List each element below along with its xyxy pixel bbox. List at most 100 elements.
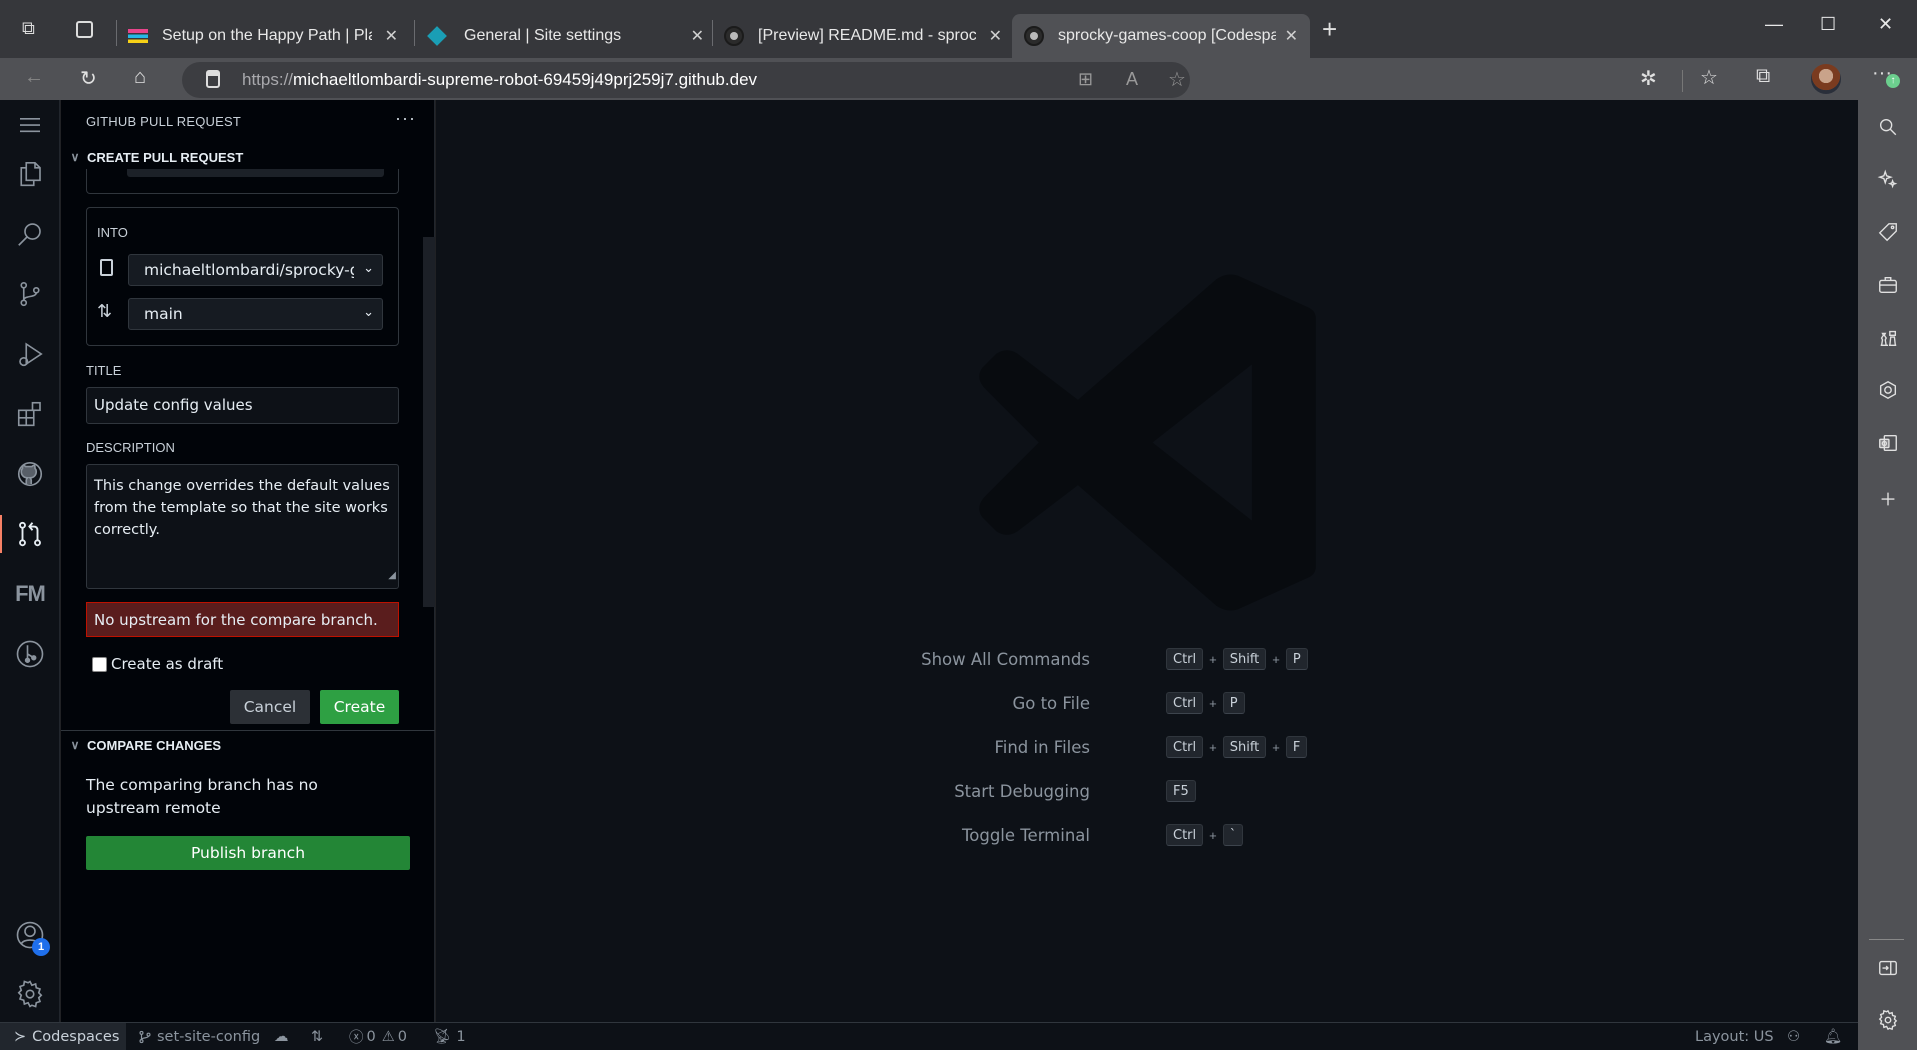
extensions-icon[interactable]: ✲	[1640, 66, 1657, 91]
close-tab-icon[interactable]: ✕	[1285, 26, 1298, 46]
feedback-button[interactable]: ⚇	[1787, 1023, 1800, 1050]
new-tab-icon[interactable]: +	[1322, 14, 1337, 45]
hamburger-menu-icon	[15, 110, 45, 140]
activity-extensions[interactable]	[0, 389, 60, 439]
run-debug-icon	[15, 339, 45, 369]
activity-run-debug[interactable]	[0, 329, 60, 379]
browser-tab-platen[interactable]: Setup on the Happy Path | Platen ✕	[128, 14, 410, 58]
remote-icon: ≻	[14, 1029, 26, 1045]
branch-indicator[interactable]: set-site-config	[138, 1023, 260, 1050]
lock-icon[interactable]	[206, 70, 220, 88]
collections-icon[interactable]: ⧉	[1756, 65, 1770, 88]
browser-tab-codespace[interactable]: sprocky-games-coop [Codespace ✕	[1012, 14, 1310, 58]
notifications-button[interactable]: 🔔︎	[1824, 1023, 1842, 1050]
create-as-draft-checkbox[interactable]	[92, 657, 107, 672]
add-favorite-icon[interactable]: ☆	[1168, 67, 1186, 92]
edge-settings-button[interactable]	[1858, 1000, 1917, 1040]
browser-tab-site-settings[interactable]: General | Site settings ✕	[426, 14, 716, 58]
activity-pull-requests[interactable]	[0, 509, 60, 559]
activity-github[interactable]	[0, 449, 60, 499]
refresh-icon[interactable]: ↻	[80, 66, 97, 91]
cloud-upload-icon: ☁	[274, 1029, 289, 1045]
workspaces-icon[interactable]: ⧉	[22, 18, 35, 39]
tag-icon	[1877, 221, 1899, 243]
menu-button[interactable]	[0, 100, 60, 150]
vertical-tabs-icon[interactable]	[76, 21, 93, 38]
error-message: No upstream for the compare branch.	[86, 602, 399, 637]
chevron-down-icon: ⌄	[363, 261, 374, 276]
problems-indicator[interactable]: ⓧ 0 ⚠ 0	[349, 1023, 407, 1050]
toolbox-icon	[1877, 274, 1899, 296]
shortcut-row: Go to FileCtrl+P	[436, 692, 1858, 716]
shortcut-keys: Ctrl+Shift+F	[1166, 736, 1307, 758]
base-branch-select[interactable]: main ⌄	[128, 298, 383, 330]
publish-to-cloud-button[interactable]: ☁	[274, 1023, 289, 1050]
browser-tab-readme-preview[interactable]: [Preview] README.md - sprocky- ✕	[724, 14, 1014, 58]
edge-outlook-button[interactable]	[1858, 423, 1917, 463]
close-tab-icon[interactable]: ✕	[691, 26, 704, 46]
accounts-badge: 1	[32, 938, 50, 956]
merge-from-select[interactable]	[127, 169, 384, 177]
activity-explorer[interactable]	[0, 149, 60, 199]
sidebar-title: GITHUB PULL REQUEST	[86, 114, 241, 129]
activity-front-matter[interactable]: FM	[0, 569, 60, 619]
create-button[interactable]: Create	[320, 690, 399, 724]
close-tab-icon[interactable]: ✕	[989, 26, 1002, 46]
title-input[interactable]: Update config values	[86, 387, 399, 424]
read-aloud-icon[interactable]: A	[1126, 69, 1138, 90]
close-tab-icon[interactable]: ✕	[385, 26, 398, 46]
edge-tools-button[interactable]	[1858, 265, 1917, 305]
remote-indicator[interactable]: ≻ Codespaces	[0, 1023, 126, 1050]
edge-shopping-button[interactable]	[1858, 212, 1917, 252]
activity-source-control[interactable]	[0, 269, 60, 319]
ports-indicator[interactable]: 📡︎ 1	[433, 1023, 466, 1050]
base-repo-select[interactable]: michaeltlombardi/sprocky-games-coop ⌄	[128, 254, 383, 286]
profile-avatar[interactable]	[1811, 64, 1841, 94]
chevron-down-icon: ∨	[63, 738, 87, 752]
edge-add-button[interactable]	[1858, 479, 1917, 519]
edge-copilot-button[interactable]	[1858, 159, 1917, 199]
search-icon	[1877, 116, 1899, 138]
create-pull-request-header[interactable]: ∨ CREATE PULL REQUEST	[61, 145, 435, 169]
resize-handle-icon[interactable]: ◢	[388, 565, 396, 587]
title-label: TITLE	[86, 363, 121, 378]
edge-hide-sidebar-button[interactable]	[1858, 948, 1917, 988]
minimize-icon[interactable]: —	[1765, 14, 1783, 35]
create-as-draft-label[interactable]: Create as draft	[111, 653, 223, 676]
github-icon	[1024, 26, 1044, 46]
shortcut-label: Toggle Terminal	[962, 826, 1090, 845]
app-available-icon[interactable]: ⊞	[1078, 69, 1093, 90]
sidebar-collapse-icon	[1877, 957, 1899, 979]
cancel-button[interactable]: Cancel	[230, 690, 310, 724]
url-text[interactable]: https://michaeltlombardi-supreme-robot-6…	[242, 70, 757, 90]
compare-changes-header[interactable]: ∨ COMPARE CHANGES	[61, 733, 435, 757]
activity-git-graph[interactable]	[0, 629, 60, 679]
description-textarea[interactable]: This change overrides the default values…	[86, 464, 399, 589]
back-icon[interactable]: ←	[24, 66, 44, 89]
edge-search-button[interactable]	[1858, 107, 1917, 147]
sidebar-scrollbar[interactable]	[423, 237, 435, 607]
activity-manage[interactable]	[0, 969, 60, 1019]
keyboard-layout[interactable]: Layout: US	[1695, 1023, 1774, 1050]
activity-search[interactable]	[0, 209, 60, 259]
publish-branch-button[interactable]: Publish branch	[86, 836, 410, 870]
address-bar[interactable]: https://michaeltlombardi-supreme-robot-6…	[182, 62, 1190, 98]
keybinding-key: Shift	[1223, 648, 1267, 670]
shortcut-label: Show All Commands	[921, 650, 1090, 669]
into-label: INTO	[97, 225, 128, 240]
favorites-icon[interactable]: ☆	[1700, 65, 1718, 90]
activity-accounts[interactable]: 1	[0, 910, 60, 960]
more-actions-icon[interactable]: ···	[395, 108, 416, 129]
edge-panel-divider	[1869, 939, 1904, 940]
vscode-watermark-logo	[975, 260, 1330, 625]
close-window-icon[interactable]: ✕	[1878, 14, 1893, 35]
shortcut-keys: Ctrl+Shift+P	[1166, 648, 1308, 670]
feedback-icon: ⚇	[1787, 1029, 1800, 1045]
pull-request-status[interactable]: ⇅	[311, 1023, 323, 1050]
merge-from-box	[86, 169, 399, 194]
edge-games-button[interactable]	[1858, 318, 1917, 358]
maximize-icon[interactable]: ☐	[1820, 14, 1836, 35]
edge-office-button[interactable]	[1858, 370, 1917, 410]
key-plus: +	[1272, 652, 1280, 667]
home-icon[interactable]: ⌂	[134, 66, 146, 89]
